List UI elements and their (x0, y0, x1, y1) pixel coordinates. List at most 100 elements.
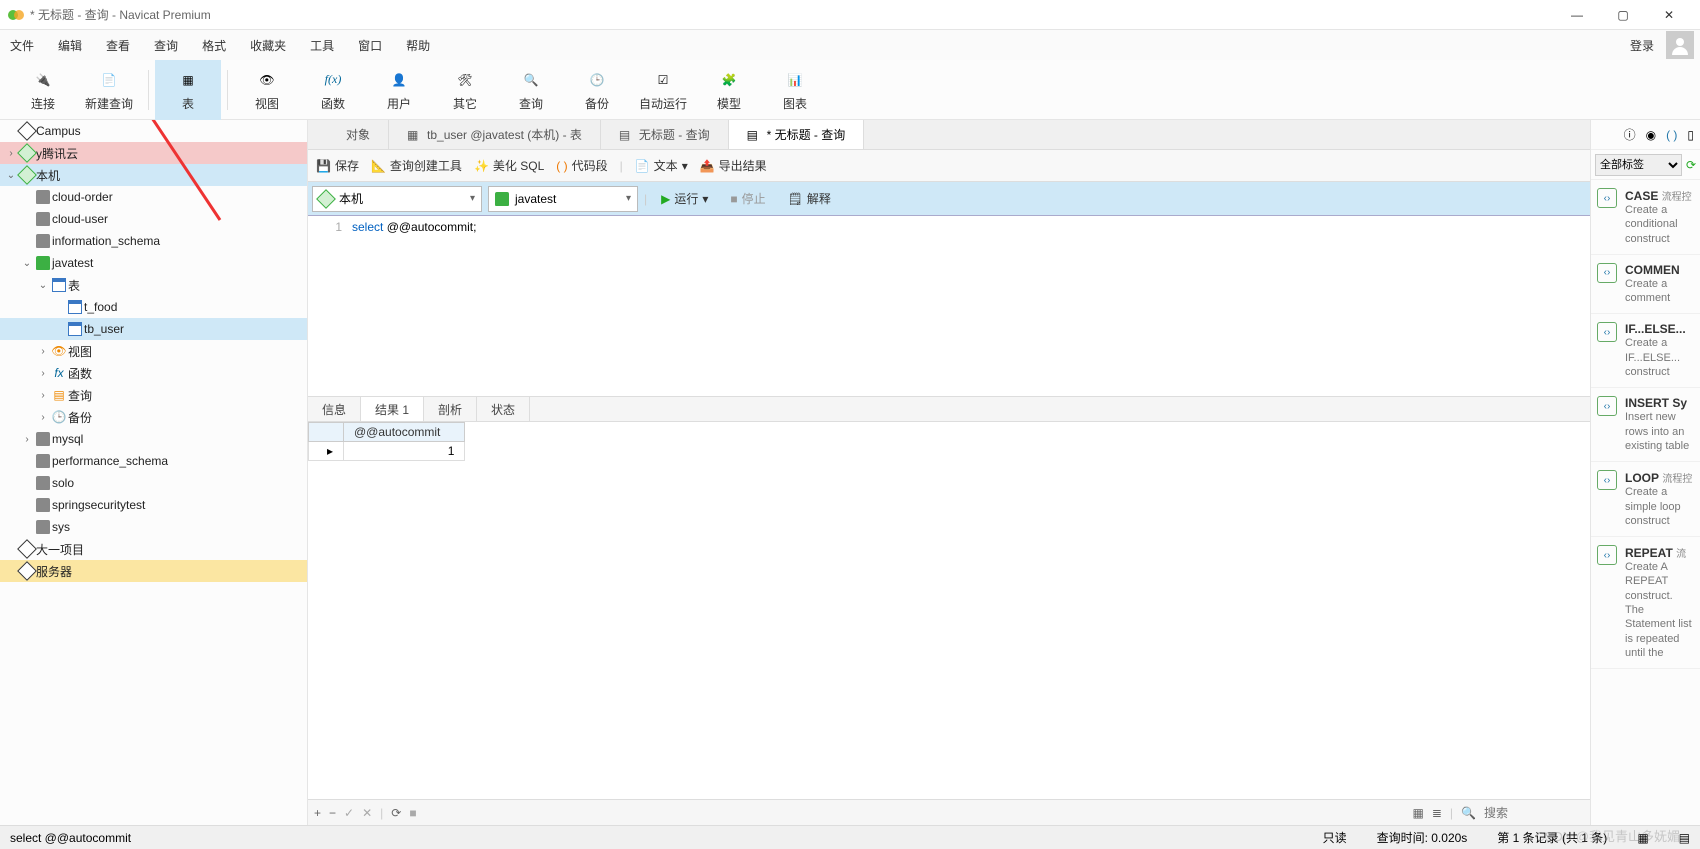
tag-filter-combo[interactable]: 全部标签 (1595, 154, 1682, 176)
toolbtn-newq[interactable]: 📄新建查询 (76, 60, 142, 120)
snippet-item[interactable]: ‹›INSERT Sy Insert new rows into an exis… (1591, 388, 1700, 462)
info-icon[interactable]: ⓘ (1624, 126, 1636, 143)
menu-tools[interactable]: 工具 (306, 37, 338, 54)
tree-item[interactable]: Campus (0, 120, 307, 142)
run-button[interactable]: ▶ 运行 ▾ (653, 190, 716, 207)
tree-item[interactable]: ⌄javatest (0, 252, 307, 274)
expand-arrow-icon[interactable]: › (36, 368, 50, 379)
tree-item[interactable]: ⌄表 (0, 274, 307, 296)
tree-item[interactable]: information_schema (0, 230, 307, 252)
snippet-item[interactable]: ‹›REPEAT 流Create A REPEAT construct. The… (1591, 537, 1700, 669)
tree-item[interactable]: ⌄本机 (0, 164, 307, 186)
grid-mode-icon[interactable]: ▦ (1637, 831, 1648, 845)
result-cell[interactable]: 1 (344, 442, 465, 461)
menu-help[interactable]: 帮助 (402, 37, 434, 54)
user-avatar[interactable] (1666, 31, 1694, 59)
login-link[interactable]: 登录 (1626, 37, 1658, 54)
tree-item[interactable]: ›▤查询 (0, 384, 307, 406)
expand-arrow-icon[interactable]: ⌄ (36, 280, 50, 291)
cancel-row-button[interactable]: ✕ (362, 806, 372, 820)
refresh-snippets-icon[interactable]: ⟳ (1686, 158, 1696, 172)
toolbtn-auto[interactable]: ☑自动运行 (630, 60, 696, 120)
eye-icon[interactable]: ◉ (1646, 128, 1656, 142)
result-tab[interactable]: 信息 (308, 397, 361, 421)
expand-arrow-icon[interactable]: › (36, 390, 50, 401)
code-snippet-button[interactable]: ( ) 代码段 (556, 157, 607, 174)
minimize-button[interactable]: — (1554, 0, 1600, 30)
toolbtn-chart[interactable]: 📊图表 (762, 60, 828, 120)
menu-fav[interactable]: 收藏夹 (246, 37, 290, 54)
panel-icon[interactable]: ▯ (1687, 128, 1694, 142)
result-tab[interactable]: 结果 1 (361, 397, 424, 421)
expand-arrow-icon[interactable]: › (20, 434, 34, 445)
tree-item[interactable]: solo (0, 472, 307, 494)
menu-query[interactable]: 查询 (150, 37, 182, 54)
database-combo[interactable]: javatest▾ (488, 186, 638, 212)
menu-view[interactable]: 查看 (102, 37, 134, 54)
query-builder-button[interactable]: 📐 查询创建工具 (371, 157, 462, 174)
export-result-button[interactable]: 📤 导出结果 (700, 157, 767, 174)
tree-item[interactable]: sys (0, 516, 307, 538)
text-button[interactable]: 📄 文本 ▾ (635, 157, 688, 174)
expand-arrow-icon[interactable]: › (4, 148, 18, 159)
brackets-icon[interactable]: ( ) (1666, 128, 1677, 142)
stop-button[interactable]: ■ 停止 (722, 190, 773, 207)
grid-view-icon[interactable]: ▦ (1413, 806, 1424, 820)
snippet-item[interactable]: ‹›IF...ELSE... Create a IF...ELSE... con… (1591, 314, 1700, 388)
expand-arrow-icon[interactable]: ⌄ (4, 170, 18, 181)
connection-combo[interactable]: 本机▾ (312, 186, 482, 212)
snippet-item[interactable]: ‹›CASE 流程控Create a conditional construct (1591, 180, 1700, 255)
toolbtn-fx[interactable]: f(x)函数 (300, 60, 366, 120)
explain-button[interactable]: 🗒 解释 (780, 190, 839, 207)
menu-edit[interactable]: 编辑 (54, 37, 86, 54)
expand-arrow-icon[interactable]: ⌄ (20, 258, 34, 269)
snippet-item[interactable]: ‹›LOOP 流程控Create a simple loop construct (1591, 462, 1700, 537)
result-tab[interactable]: 剖析 (424, 397, 477, 421)
menu-file[interactable]: 文件 (6, 37, 38, 54)
tree-item[interactable]: ›👁视图 (0, 340, 307, 362)
tree-item[interactable]: ›mysql (0, 428, 307, 450)
beautify-sql-button[interactable]: ✨ 美化 SQL (474, 157, 544, 174)
toolbtn-query[interactable]: 🔍查询 (498, 60, 564, 120)
menu-window[interactable]: 窗口 (354, 37, 386, 54)
form-mode-icon[interactable]: ▤ (1679, 831, 1690, 845)
snippet-item[interactable]: ‹›COMMEN Create a comment (1591, 255, 1700, 315)
expand-arrow-icon[interactable]: › (36, 346, 50, 357)
close-button[interactable]: ✕ (1646, 0, 1692, 30)
grid-search-input[interactable] (1484, 806, 1584, 820)
toolbtn-model[interactable]: 🧩模型 (696, 60, 762, 120)
document-tab[interactable]: ▦tb_user @javatest (本机) - 表 (389, 120, 601, 149)
result-grid[interactable]: @@autocommit ▸1 (308, 422, 1590, 799)
toolbtn-plug[interactable]: 🔌连接 (10, 60, 76, 120)
tree-item[interactable]: performance_schema (0, 450, 307, 472)
stop-grid-button[interactable]: ■ (409, 806, 416, 820)
add-row-button[interactable]: + (314, 806, 321, 820)
search-icon[interactable]: 🔍 (1461, 806, 1476, 820)
tree-item[interactable]: springsecuritytest (0, 494, 307, 516)
tree-item[interactable]: cloud-order (0, 186, 307, 208)
menu-format[interactable]: 格式 (198, 37, 230, 54)
refresh-button[interactable]: ⟳ (391, 806, 401, 820)
col-header[interactable]: @@autocommit (344, 423, 465, 442)
tree-item[interactable]: t_food (0, 296, 307, 318)
tree-item[interactable]: 大一项目 (0, 538, 307, 560)
result-tab[interactable]: 状态 (477, 397, 530, 421)
form-view-icon[interactable]: ≣ (1432, 806, 1442, 820)
toolbtn-view[interactable]: 👁视图 (234, 60, 300, 120)
maximize-button[interactable]: ▢ (1600, 0, 1646, 30)
sql-editor[interactable]: 1 select @@autocommit; (308, 216, 1590, 396)
tree-item[interactable]: ›🕒备份 (0, 406, 307, 428)
tree-item[interactable]: cloud-user (0, 208, 307, 230)
apply-button[interactable]: ✓ (344, 806, 354, 820)
save-button[interactable]: 💾 保存 (316, 157, 359, 174)
document-tab[interactable]: 对象 (308, 120, 389, 149)
tree-item[interactable]: ›y腾讯云 (0, 142, 307, 164)
toolbtn-user[interactable]: 👤用户 (366, 60, 432, 120)
document-tab[interactable]: ▤无标题 - 查询 (601, 120, 729, 149)
tree-item[interactable]: ›fx函数 (0, 362, 307, 384)
toolbtn-table[interactable]: ▦表 (155, 60, 221, 120)
delete-row-button[interactable]: − (329, 806, 336, 820)
tree-item[interactable]: 服务器 (0, 560, 307, 582)
tree-item[interactable]: tb_user (0, 318, 307, 340)
toolbtn-misc[interactable]: 🛠其它 (432, 60, 498, 120)
